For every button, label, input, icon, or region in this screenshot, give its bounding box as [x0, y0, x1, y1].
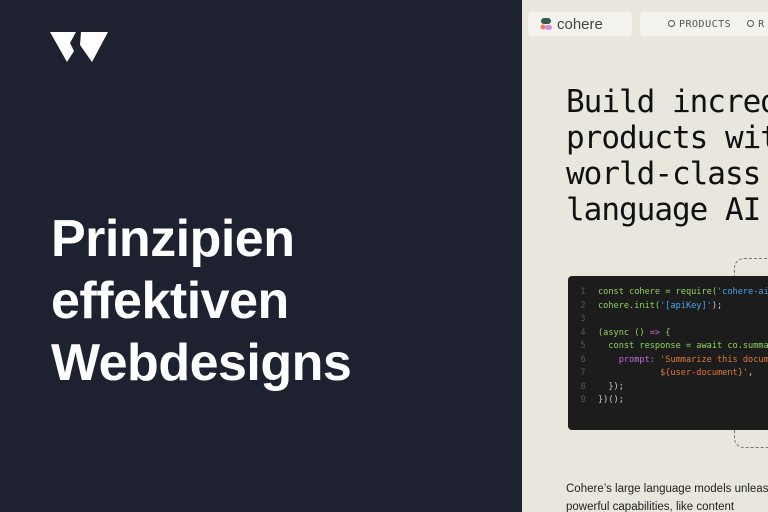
code-block: 1const cohere = require('cohere-ai')2coh… — [568, 276, 768, 430]
hero-heading: Build incredi products with world-class … — [566, 84, 768, 228]
nav-label: PRODUCTS — [679, 18, 732, 30]
code-line: 8 }); — [568, 381, 768, 395]
line-number: 4 — [580, 327, 586, 338]
hero-line: products with — [566, 120, 768, 156]
line-number: 1 — [580, 287, 586, 297]
code-token: cohere.init( — [598, 300, 661, 311]
circle-icon — [668, 19, 675, 27]
line-number: 6 — [580, 354, 586, 365]
code-token: const response = await co.summari — [598, 341, 768, 351]
nav-item-products[interactable]: PRODUCTS — [668, 19, 731, 30]
code-token: => — [649, 327, 661, 338]
headline-line: effektiven — [51, 272, 289, 330]
code-line: 1const cohere = require('cohere-ai') — [568, 286, 768, 300]
paragraph-line: powerful capabilities, like content — [566, 501, 735, 512]
line-number: 3 — [580, 314, 586, 324]
line-number: 5 — [580, 341, 586, 351]
code-token: (async () — [598, 327, 650, 338]
website-screenshot: cohere PRODUCTS R Build incredi products… — [522, 0, 768, 512]
headline-line: Prinzipien — [51, 210, 295, 268]
brand-name: cohere — [557, 15, 603, 33]
code-token: , — [748, 368, 754, 378]
code-line: 5 const response = await co.summari — [568, 340, 768, 354]
hero-line: Build incredi — [566, 84, 768, 120]
code-token: 'cohere-ai' — [717, 287, 768, 297]
code-token: const cohere = require( — [598, 287, 717, 297]
code-line: 3 — [568, 313, 768, 327]
code-line: 2 cohere.init('[apiKey]'); — [568, 300, 768, 314]
line-number: 8 — [580, 381, 586, 392]
hero-line: world-class — [566, 156, 761, 192]
line-number: 7 — [580, 368, 586, 378]
headline: Prinzipien effektiven Webdesigns — [51, 208, 352, 394]
code-line: 9 })(); — [568, 394, 768, 408]
code-line: 6 prompt: 'Summarize this documen — [568, 354, 768, 368]
nav-label: R — [758, 18, 765, 30]
intro-paragraph: Cohere’s large language models unleas po… — [566, 480, 768, 512]
cohere-logo-icon — [540, 18, 552, 30]
nav-menu: PRODUCTS R — [640, 12, 768, 36]
code-token: ); — [711, 300, 723, 311]
line-number: 2 — [580, 300, 586, 311]
code-token: 'Summarize this documen — [660, 354, 768, 365]
headline-line: Webdesigns — [51, 334, 352, 392]
brand-logo — [50, 32, 108, 62]
circle-icon — [747, 19, 755, 27]
code-line: 7 ${user-document}', — [568, 367, 768, 381]
code-token: '[apiKey]' — [660, 300, 712, 311]
code-token: { — [660, 327, 671, 338]
paragraph-line: Cohere’s large language models unleas — [566, 483, 768, 495]
code-token: })(); — [598, 395, 624, 405]
brand-nav[interactable]: cohere — [528, 12, 632, 36]
code-token: ${user-document}' — [598, 368, 749, 378]
code-line: 4 (async () => { — [568, 327, 768, 341]
code-token: }); — [598, 381, 624, 392]
nav-item[interactable]: R — [747, 19, 765, 30]
code-token: prompt: — [598, 354, 661, 365]
line-number: 9 — [580, 395, 586, 405]
hero-line: language AI — [566, 192, 761, 228]
